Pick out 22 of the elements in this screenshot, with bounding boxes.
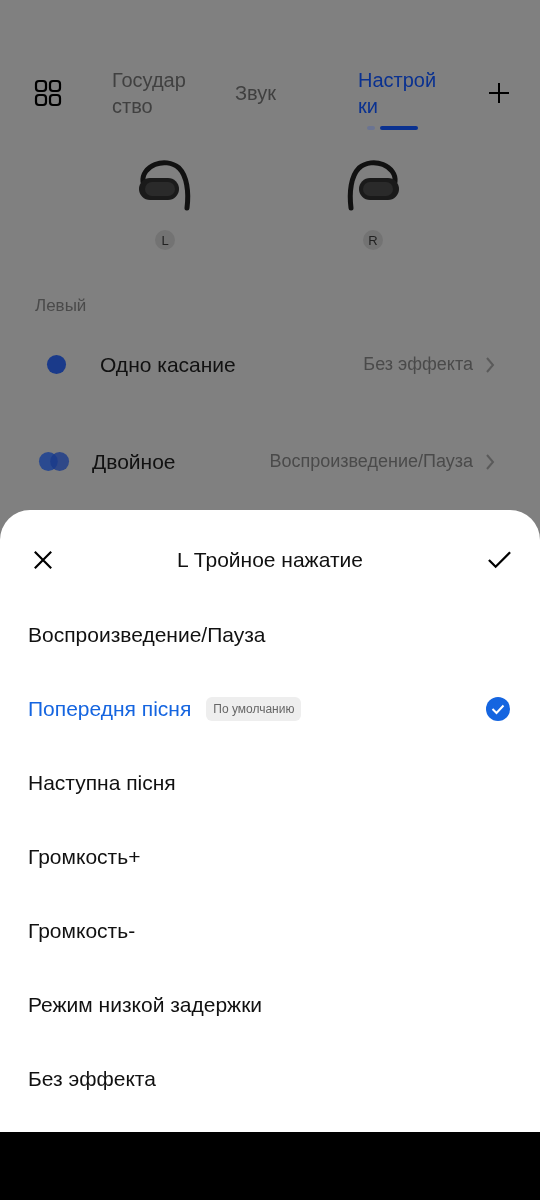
chevron-right-icon <box>485 452 495 471</box>
confirm-check-icon[interactable] <box>487 550 512 570</box>
sheet-title: L Тройное нажатие <box>177 548 363 572</box>
grid-icon[interactable] <box>34 79 62 107</box>
gesture-label: Одно касание <box>100 352 237 377</box>
option-label[interactable]: Воспроизведение/Пауза <box>28 623 266 647</box>
side-label: L <box>155 230 175 250</box>
option-label[interactable]: Режим низкой задержки <box>28 993 263 1017</box>
option-label[interactable]: Наступна пісня <box>28 771 176 795</box>
option-label[interactable]: Громкость- <box>28 919 136 943</box>
dot-icon <box>46 354 67 375</box>
option-label[interactable]: Громкость+ <box>28 845 141 869</box>
close-icon[interactable] <box>33 550 53 570</box>
side-label: R <box>363 230 383 250</box>
option-label[interactable]: Попередня пісня <box>28 697 192 721</box>
chevron-right-icon <box>485 355 495 374</box>
double-dot-icon <box>38 451 70 472</box>
option-label[interactable]: Без эффекта <box>28 1067 156 1091</box>
default-tag: По умолчанию <box>206 697 302 721</box>
gesture-label: Двойное <box>92 449 177 474</box>
selected-check-icon <box>486 697 510 721</box>
plus-icon[interactable] <box>488 82 510 104</box>
